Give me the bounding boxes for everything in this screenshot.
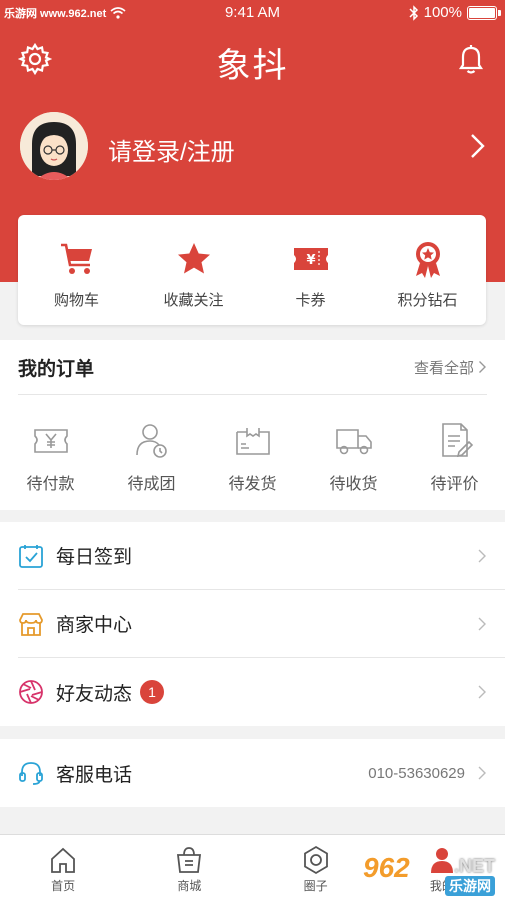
aperture-icon <box>19 680 43 704</box>
order-item-pending-receipt[interactable]: 待收货 <box>303 420 404 494</box>
bell-icon[interactable] <box>455 42 487 76</box>
storefront-icon <box>19 612 43 636</box>
medal-icon <box>415 242 440 278</box>
view-all-label: 查看全部 <box>413 359 474 377</box>
watermark-logo: 962 .NET 乐游网 <box>361 852 499 896</box>
watermark-number: 962 <box>363 852 410 883</box>
battery-icon <box>467 5 501 20</box>
menu-row-daily-checkin[interactable]: 每日签到 <box>18 522 505 590</box>
login-register-link[interactable]: 请登录/注册 <box>108 132 235 167</box>
calendar-check-icon <box>19 544 43 568</box>
quick-actions-card: 购物车 收藏关注 ¥ 卡券 积分钻石 <box>18 215 486 325</box>
tab-label: 首页 <box>51 879 76 893</box>
chevron-right-icon <box>479 361 486 373</box>
home-icon <box>51 847 76 873</box>
order-item-label: 待发货 <box>228 476 277 493</box>
menu-row-label: 好友动态 <box>56 683 133 705</box>
page-title: 象抖 <box>216 47 289 85</box>
menu-row-label: 客服电话 <box>56 764 133 786</box>
menu-group-service: 客服电话 010-53630629 <box>0 739 505 807</box>
tab-label: 圈子 <box>303 879 328 893</box>
menu-row-label: 每日签到 <box>56 547 133 568</box>
order-item-label: 待付款 <box>26 476 75 493</box>
quick-item-label: 购物车 <box>53 292 99 309</box>
quick-item-coupons[interactable]: ¥ 卡券 <box>252 215 369 325</box>
truck-icon <box>335 429 372 455</box>
chevron-right-icon <box>478 549 486 562</box>
tab-label: 商城 <box>177 879 202 893</box>
order-status-row: 待付款 待成团 待发货 待收货 待评价 <box>0 395 505 494</box>
hexagon-icon <box>303 845 328 875</box>
star-icon <box>177 243 210 274</box>
svg-text:¥: ¥ <box>306 253 315 268</box>
tab-circle[interactable]: 圈子 <box>253 835 379 900</box>
quick-item-points[interactable]: 积分钻石 <box>369 215 486 325</box>
status-right: 100% <box>409 4 501 21</box>
quick-item-label: 收藏关注 <box>163 292 224 309</box>
chevron-right-icon <box>478 617 486 630</box>
menu-row-friend-updates[interactable]: 好友动态 1 <box>18 658 505 726</box>
service-phone-number: 010-53630629 <box>368 764 465 782</box>
view-all-orders-link[interactable]: 查看全部 <box>414 357 487 378</box>
notification-badge: 1 <box>140 680 165 704</box>
review-icon <box>441 423 473 458</box>
top-navbar: 象抖 <box>0 30 505 90</box>
group-icon <box>135 424 167 458</box>
order-item-label: 待收货 <box>329 476 378 493</box>
package-icon <box>235 428 270 455</box>
menu-row-customer-service[interactable]: 客服电话 010-53630629 <box>18 739 505 807</box>
shop-bag-icon <box>177 847 202 873</box>
order-item-pending-group[interactable]: 待成团 <box>101 420 202 494</box>
avatar-illustration-icon <box>20 112 88 180</box>
chevron-right-icon <box>478 766 486 780</box>
orders-header: 我的订单 查看全部 <box>18 340 487 395</box>
quick-item-cart[interactable]: 购物车 <box>18 215 135 325</box>
order-item-label: 待成团 <box>127 476 176 493</box>
menu-group-main: 每日签到 商家中心 好友动态 1 <box>0 522 505 726</box>
quick-item-label: 积分钻石 <box>397 292 458 309</box>
watermark-suffix: .NET <box>453 856 495 876</box>
quick-item-label: 卡券 <box>295 292 326 309</box>
avatar <box>20 112 88 180</box>
chevron-right-icon <box>471 134 485 158</box>
status-bar: 乐游网 www.962.net 9:41 AM 100% <box>0 0 505 26</box>
bluetooth-icon <box>409 4 418 21</box>
chevron-right-icon <box>478 685 486 699</box>
tab-mall[interactable]: 商城 <box>126 835 252 900</box>
cart-icon <box>60 243 92 274</box>
orders-title: 我的订单 <box>18 358 95 380</box>
orders-section: 我的订单 查看全部 待付款 待成团 待发货 待收货 待评价 <box>0 340 505 510</box>
headset-icon <box>19 762 43 785</box>
login-row[interactable]: 请登录/注册 <box>0 112 505 188</box>
order-item-pending-payment[interactable]: 待付款 <box>0 420 101 494</box>
coupon-icon: ¥ <box>293 248 328 270</box>
battery-percent: 100% <box>423 4 462 21</box>
order-item-label: 待评价 <box>430 476 479 493</box>
menu-row-label: 商家中心 <box>56 615 133 636</box>
watermark-name: 乐游网 <box>445 876 495 896</box>
menu-row-merchant-center[interactable]: 商家中心 <box>18 590 505 658</box>
wallet-icon <box>33 429 68 453</box>
tab-home[interactable]: 首页 <box>0 835 126 900</box>
order-item-pending-shipment[interactable]: 待发货 <box>202 420 303 494</box>
quick-item-favorites[interactable]: 收藏关注 <box>135 215 252 325</box>
order-item-pending-review[interactable]: 待评价 <box>404 420 505 494</box>
